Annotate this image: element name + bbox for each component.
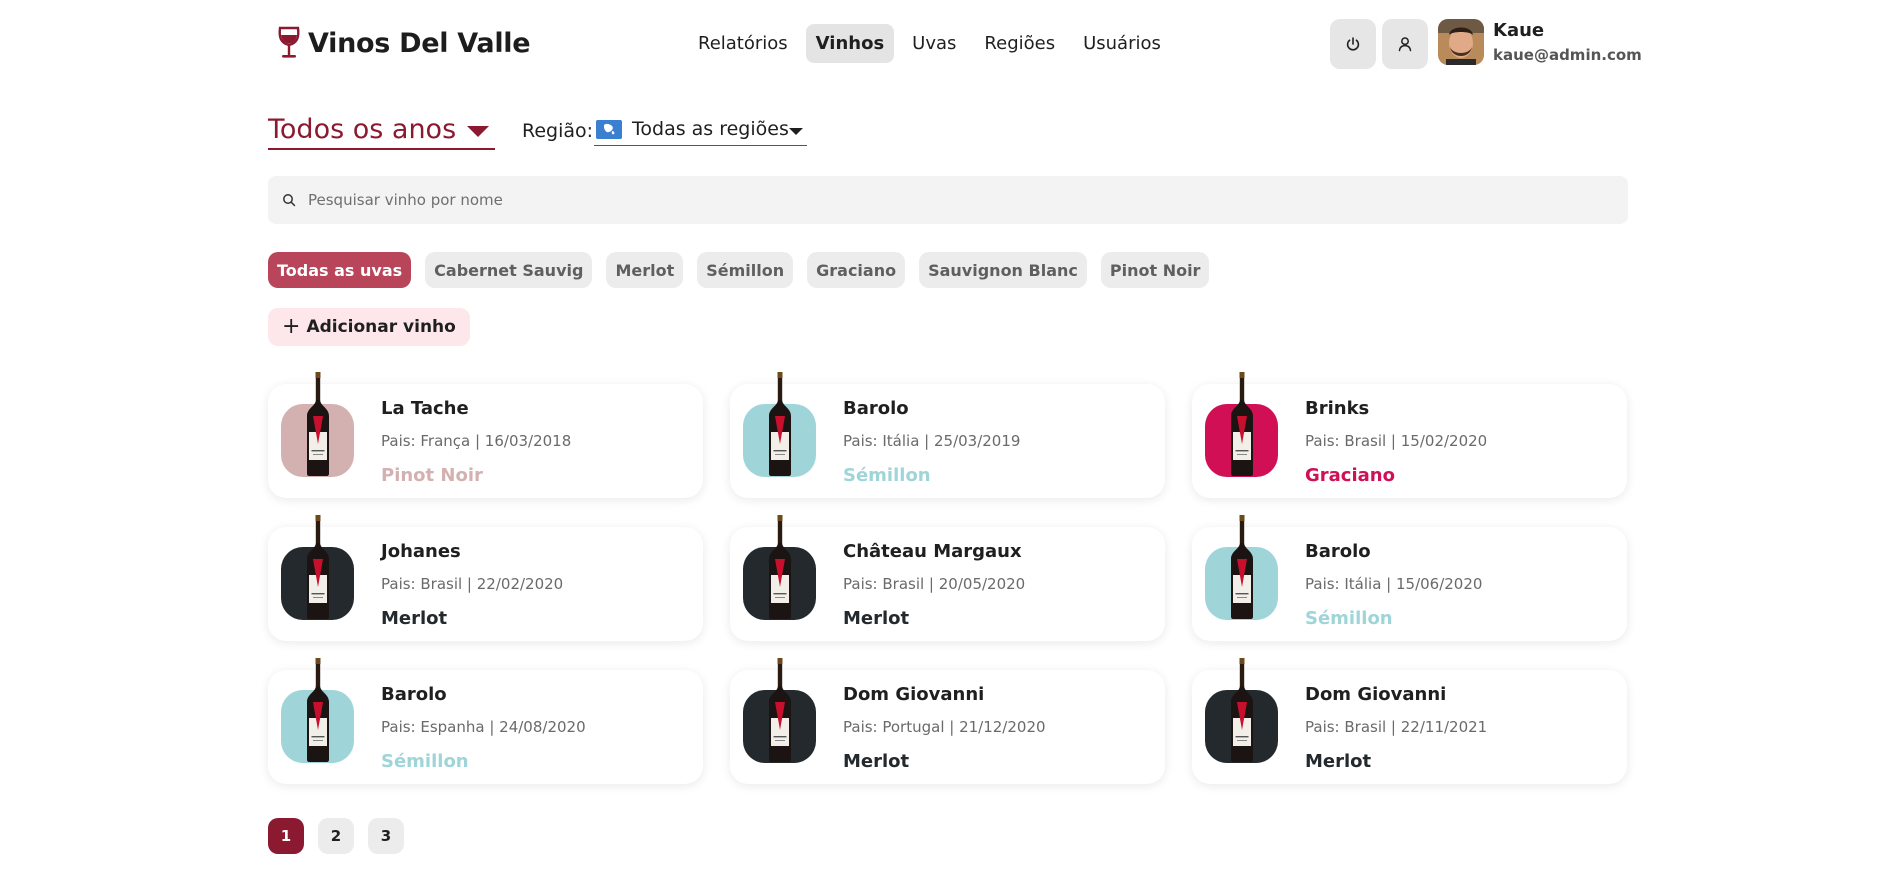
search-input[interactable] [308,191,1508,209]
wine-bottle-icon [1227,658,1257,762]
grape-filter-chips: Todas as uvas Cabernet Sauvig Merlot Sém… [268,252,1210,288]
profile-button[interactable] [1382,19,1428,69]
nav-item-usuarios[interactable]: Usuários [1073,24,1171,63]
region-select[interactable]: Todas as regiões [594,116,807,146]
wine-grape: Merlot [381,608,448,629]
wine-meta: Pais: Itália | 25/03/2019 [843,432,1021,450]
wine-meta: Pais: Itália | 15/06/2020 [1305,575,1483,593]
user-icon [1398,37,1412,52]
wine-card[interactable]: Johanes Pais: Brasil | 22/02/2020 Merlot [268,527,703,641]
year-select-value: Todos os anos [268,114,457,145]
search-icon [283,194,296,207]
chevron-down-icon [467,126,489,137]
avatar-image [1438,19,1484,65]
wine-bottle-icon [1227,515,1257,619]
app-header: Vinos Del Valle Relatórios Vinhos Uvas R… [268,18,1642,74]
chip-cabernet-sauvig[interactable]: Cabernet Sauvig [425,252,593,288]
wine-name: Barolo [843,398,909,419]
region-label: Região: [522,120,594,142]
wine-name: Château Margaux [843,541,1022,562]
wine-name: Dom Giovanni [843,684,985,705]
wine-meta: Pais: Portugal | 21/12/2020 [843,718,1046,736]
chip-merlot[interactable]: Merlot [606,252,684,288]
wine-card[interactable]: Dom Giovanni Pais: Portugal | 21/12/2020… [730,670,1165,784]
chip-todas-as-uvas[interactable]: Todas as uvas [268,252,412,288]
wine-meta: Pais: França | 16/03/2018 [381,432,572,450]
nav-item-regioes[interactable]: Regiões [974,24,1065,63]
pagination: 1 2 3 [268,818,404,854]
wine-card[interactable]: Barolo Pais: Espanha | 24/08/2020 Sémill… [268,670,703,784]
wine-meta: Pais: Espanha | 24/08/2020 [381,718,586,736]
wine-grape: Graciano [1305,465,1395,486]
wine-card[interactable]: Dom Giovanni Pais: Brasil | 22/11/2021 M… [1192,670,1627,784]
wine-meta: Pais: Brasil | 20/05/2020 [843,575,1026,593]
wine-name: La Tache [381,398,469,419]
wine-card[interactable]: Brinks Pais: Brasil | 15/02/2020 Gracian… [1192,384,1627,498]
chip-semillon[interactable]: Sémillon [697,252,794,288]
user-name: Kaue [1493,20,1545,41]
wine-grape: Merlot [843,751,910,772]
add-wine-button[interactable]: + Adicionar vinho [268,308,470,346]
wine-bottle-icon [765,515,795,619]
year-select[interactable]: Todos os anos [268,112,495,150]
logout-button[interactable] [1330,19,1376,69]
wine-card[interactable]: Barolo Pais: Itália | 15/06/2020 Sémillo… [1192,527,1627,641]
wine-grape: Merlot [843,608,910,629]
chip-graciano[interactable]: Graciano [807,252,906,288]
power-icon [1346,37,1360,51]
brand-name: Vinos Del Valle [308,27,531,59]
wine-card[interactable]: Château Margaux Pais: Brasil | 20/05/202… [730,527,1165,641]
user-email: kaue@admin.com [1493,46,1642,64]
wine-grape: Sémillon [1305,608,1393,629]
chip-pinot-noir[interactable]: Pinot Noir [1100,252,1210,288]
world-map-flag-icon [596,120,622,139]
wine-bottle-icon [765,372,795,476]
chevron-down-icon [789,128,803,135]
wine-bottle-icon [1227,372,1257,476]
search-bar [268,176,1628,224]
wine-meta: Pais: Brasil | 22/11/2021 [1305,718,1488,736]
avatar[interactable] [1438,19,1484,65]
plus-icon: + [282,314,301,339]
wine-name: Barolo [381,684,447,705]
wine-meta: Pais: Brasil | 22/02/2020 [381,575,564,593]
region-select-value: Todas as regiões [632,118,789,140]
wine-name: Barolo [1305,541,1371,562]
wine-grape: Pinot Noir [381,465,483,486]
wine-name: Dom Giovanni [1305,684,1447,705]
wine-grape: Sémillon [843,465,931,486]
wine-grape: Merlot [1305,751,1372,772]
wine-grape: Sémillon [381,751,469,772]
wine-card[interactable]: La Tache Pais: França | 16/03/2018 Pinot… [268,384,703,498]
wine-bottle-icon [765,658,795,762]
wine-bottle-icon [303,658,333,762]
nav-item-relatorios[interactable]: Relatórios [688,24,798,63]
nav-item-vinhos[interactable]: Vinhos [805,24,895,63]
wine-meta: Pais: Brasil | 15/02/2020 [1305,432,1488,450]
wine-glass-icon [278,26,300,58]
page-3-button[interactable]: 3 [368,818,404,854]
add-wine-label: Adicionar vinho [306,317,456,337]
main-nav: Relatórios Vinhos Uvas Regiões Usuários [688,24,1171,63]
page-2-button[interactable]: 2 [318,818,354,854]
wine-bottle-icon [303,515,333,619]
chip-sauvignon-blanc[interactable]: Sauvignon Blanc [919,252,1087,288]
wine-card[interactable]: Barolo Pais: Itália | 25/03/2019 Sémillo… [730,384,1165,498]
wine-name: Brinks [1305,398,1370,419]
nav-item-uvas[interactable]: Uvas [902,24,966,63]
wine-bottle-icon [303,372,333,476]
wine-name: Johanes [381,541,461,562]
page-1-button[interactable]: 1 [268,818,304,854]
brand[interactable]: Vinos Del Valle [276,26,531,60]
